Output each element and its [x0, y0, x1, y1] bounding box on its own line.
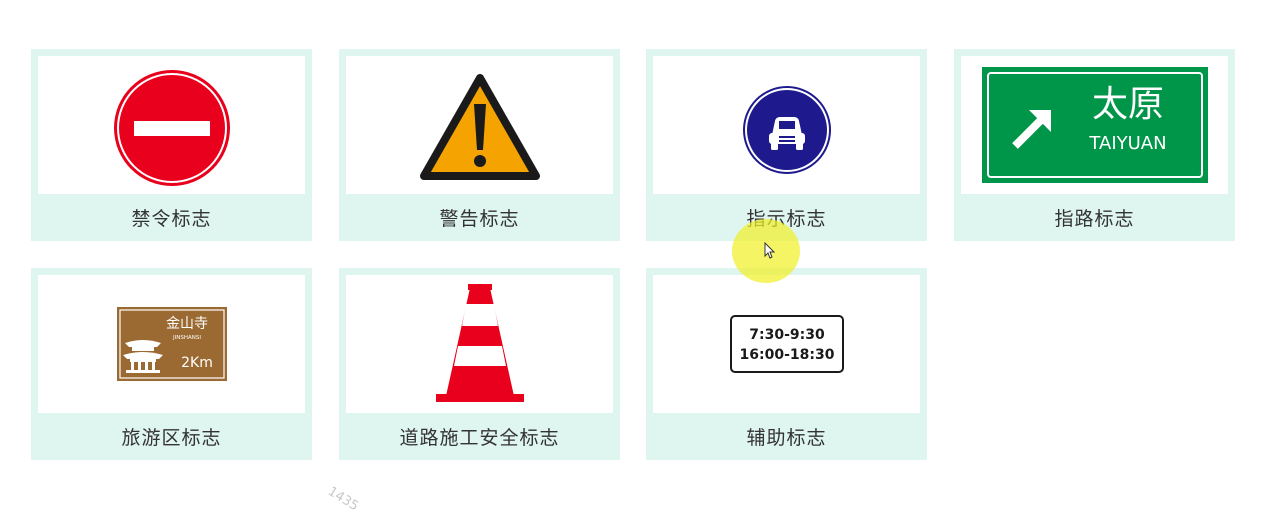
card-image: 金山寺 JINSHANSI 2Km	[38, 275, 305, 413]
card-label: 警告标志	[439, 208, 520, 230]
sign-text-line2: 16:00-18:30	[739, 347, 834, 363]
time-plate-sign-icon: 7:30-9:30 16:00-18:30	[729, 315, 844, 373]
card-guide-signs[interactable]: 太原 TAIYUAN 指路标志	[954, 49, 1235, 241]
card-image	[346, 275, 613, 413]
card-image	[38, 56, 305, 194]
card-road-construction-signs[interactable]: 道路施工安全标志	[339, 268, 620, 460]
sign-text-distance: 2Km	[181, 355, 213, 371]
sign-category-grid: 禁令标志 警告标志 指示标志 太原 TAIYUAN 指路标志 金山寺 JINSH…	[0, 0, 1266, 500]
card-image	[653, 56, 920, 194]
sign-text-english: JINSHANSI	[172, 335, 201, 341]
card-tourist-signs[interactable]: 金山寺 JINSHANSI 2Km 旅游区标志	[31, 268, 312, 460]
sign-text-english: TAIYUAN	[1088, 133, 1166, 154]
warning-sign-icon	[419, 74, 540, 180]
card-label: 道路施工安全标志	[399, 427, 560, 449]
card-image	[346, 56, 613, 194]
card-indication-signs[interactable]: 指示标志	[646, 49, 927, 241]
tourist-sign-icon: 金山寺 JINSHANSI 2Km	[116, 307, 227, 381]
sign-text-line1: 7:30-9:30	[749, 327, 825, 343]
card-image: 7:30-9:30 16:00-18:30	[653, 275, 920, 413]
direction-sign-icon: 太原 TAIYUAN	[981, 67, 1208, 183]
card-label: 旅游区标志	[121, 427, 222, 449]
motor-vehicle-lane-sign-icon	[742, 86, 831, 174]
no-entry-sign-icon	[113, 70, 230, 186]
card-warning-signs[interactable]: 警告标志	[339, 49, 620, 241]
card-label: 辅助标志	[746, 427, 827, 449]
card-label: 禁令标志	[131, 208, 212, 230]
sign-text-chinese: 太原	[1091, 84, 1163, 125]
card-label: 指路标志	[1054, 208, 1135, 230]
card-auxiliary-signs[interactable]: 7:30-9:30 16:00-18:30 辅助标志	[646, 268, 927, 460]
card-label: 指示标志	[746, 208, 827, 230]
card-prohibition-signs[interactable]: 禁令标志	[31, 49, 312, 241]
card-image: 太原 TAIYUAN	[961, 56, 1228, 194]
traffic-cone-icon	[435, 284, 524, 402]
sign-text-chinese: 金山寺	[166, 316, 208, 332]
